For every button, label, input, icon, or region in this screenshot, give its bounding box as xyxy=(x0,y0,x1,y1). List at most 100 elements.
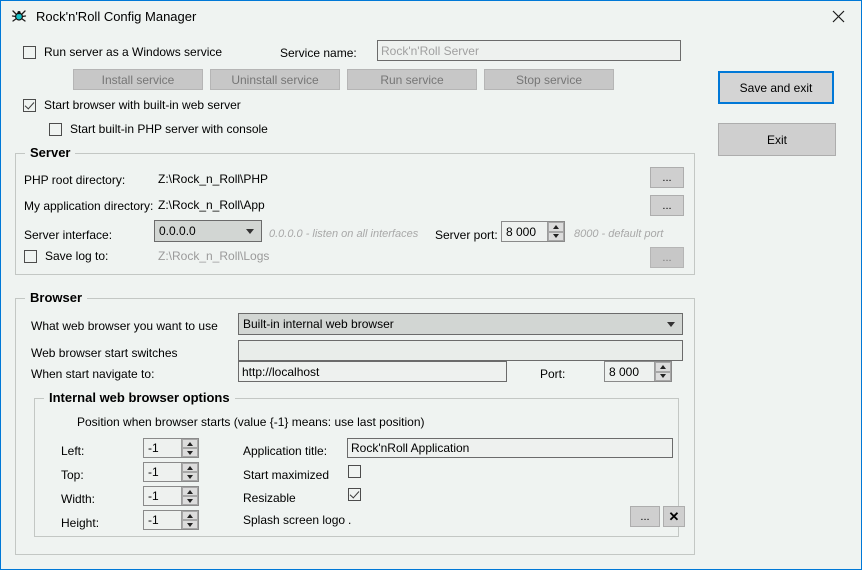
left-spin-buttons[interactable] xyxy=(181,439,198,457)
service-name-input[interactable]: Rock'n'Roll Server xyxy=(377,40,681,61)
height-increment[interactable] xyxy=(182,511,198,520)
width-value: -1 xyxy=(148,489,159,503)
browse-app-dir-button[interactable]: ... xyxy=(650,195,684,216)
start-php-console-row[interactable]: Start built-in PHP server with console xyxy=(49,122,268,136)
splash-clear-button[interactable]: ✕ xyxy=(663,506,685,527)
server-interface-hint: 0.0.0.0 - listen on all interfaces xyxy=(269,228,419,240)
server-group-title: Server xyxy=(25,145,76,160)
top-label: Top: xyxy=(61,468,84,482)
browser-port-label: Port: xyxy=(540,367,566,381)
splash-browse-button[interactable]: ... xyxy=(630,506,660,527)
top-value: -1 xyxy=(148,465,159,479)
server-interface-label: Server interface: xyxy=(24,228,113,242)
php-root-label: PHP root directory: xyxy=(24,173,126,187)
browse-php-root-button[interactable]: ... xyxy=(650,167,684,188)
height-value: -1 xyxy=(148,513,159,527)
browser-switches-label: Web browser start switches xyxy=(31,346,178,360)
splash-logo-value: . xyxy=(348,513,352,527)
spider-app-icon xyxy=(10,8,28,26)
which-browser-value: Built-in internal web browser xyxy=(243,317,394,331)
top-stepper[interactable]: -1 xyxy=(143,462,199,482)
save-log-label: Save log to: xyxy=(45,249,109,263)
run-service-button[interactable]: Run service xyxy=(347,69,477,90)
server-port-decrement[interactable] xyxy=(548,231,564,241)
top-increment[interactable] xyxy=(182,463,198,472)
server-port-stepper[interactable]: 8 000 xyxy=(501,221,565,242)
application-title-label: Application title: xyxy=(243,444,328,458)
navigate-to-label: When start navigate to: xyxy=(31,367,155,381)
resizable-label: Resizable xyxy=(243,491,296,505)
server-port-label: Server port: xyxy=(435,228,498,242)
application-title-input[interactable]: Rock'nRoll Application xyxy=(347,438,673,458)
php-root-value: Z:\Rock_n_Roll\PHP xyxy=(158,172,269,186)
service-name-label: Service name: xyxy=(280,46,357,60)
height-decrement[interactable] xyxy=(182,520,198,529)
app-dir-value: Z:\Rock_n_Roll\App xyxy=(158,198,265,212)
resizable-checkbox[interactable] xyxy=(348,488,361,501)
chevron-down-icon xyxy=(246,229,254,234)
height-stepper[interactable]: -1 xyxy=(143,510,199,530)
server-group: Server PHP root directory: Z:\Rock_n_Rol… xyxy=(15,145,695,275)
top-spin-buttons[interactable] xyxy=(181,463,198,481)
close-icon[interactable] xyxy=(815,1,861,31)
config-manager-window: Rock'n'Roll Config Manager Run server as… xyxy=(0,0,862,570)
browser-group-title: Browser xyxy=(25,290,88,305)
server-port-increment[interactable] xyxy=(548,222,564,232)
server-port-hint: 8000 - default port xyxy=(574,228,664,240)
browser-group: Browser What web browser you want to use… xyxy=(15,290,695,555)
internal-options-title: Internal web browser options xyxy=(44,390,235,405)
left-label: Left: xyxy=(61,444,85,458)
width-label: Width: xyxy=(61,492,96,506)
chevron-down-icon xyxy=(667,322,675,327)
window-title: Rock'n'Roll Config Manager xyxy=(36,9,197,24)
left-decrement[interactable] xyxy=(182,448,198,457)
browser-port-spin-buttons[interactable] xyxy=(654,362,671,381)
server-port-value: 8 000 xyxy=(506,224,537,239)
stop-service-button[interactable]: Stop service xyxy=(484,69,614,90)
top-decrement[interactable] xyxy=(182,472,198,481)
start-browser-checkbox[interactable] xyxy=(23,98,36,112)
title-bar: Rock'n'Roll Config Manager xyxy=(1,1,861,32)
width-stepper[interactable]: -1 xyxy=(143,486,199,506)
height-label: Height: xyxy=(61,516,100,530)
start-maximized-label: Start maximized xyxy=(243,468,330,482)
server-port-spin-buttons[interactable] xyxy=(547,222,564,241)
browse-log-dir-button[interactable]: ... xyxy=(650,247,684,268)
left-increment[interactable] xyxy=(182,439,198,448)
browser-port-decrement[interactable] xyxy=(655,371,671,381)
which-browser-select[interactable]: Built-in internal web browser xyxy=(238,313,683,335)
splash-logo-label: Splash screen logo xyxy=(243,513,346,527)
start-php-console-label: Start built-in PHP server with console xyxy=(70,122,268,136)
height-spin-buttons[interactable] xyxy=(181,511,198,529)
start-browser-row[interactable]: Start browser with built-in web server xyxy=(23,98,241,112)
run-as-service-checkbox[interactable] xyxy=(23,45,36,59)
browser-port-value: 8 000 xyxy=(609,364,640,379)
browser-port-stepper[interactable]: 8 000 xyxy=(604,361,672,382)
save-log-value: Z:\Rock_n_Roll\Logs xyxy=(158,249,270,263)
server-interface-select[interactable]: 0.0.0.0 xyxy=(154,220,262,242)
start-browser-label: Start browser with built-in web server xyxy=(44,98,241,112)
browser-switches-input[interactable] xyxy=(238,340,683,361)
run-as-service-row[interactable]: Run server as a Windows service xyxy=(23,45,222,59)
left-value: -1 xyxy=(148,441,159,455)
left-stepper[interactable]: -1 xyxy=(143,438,199,458)
start-maximized-checkbox[interactable] xyxy=(348,465,361,478)
server-interface-value: 0.0.0.0 xyxy=(159,224,196,238)
save-and-exit-button[interactable]: Save and exit xyxy=(718,71,834,104)
app-dir-label: My application directory: xyxy=(24,199,154,213)
save-log-checkbox[interactable] xyxy=(24,249,37,263)
internal-browser-options-group: Internal web browser options Position wh… xyxy=(34,390,685,537)
uninstall-service-button[interactable]: Uninstall service xyxy=(210,69,340,90)
navigate-to-input[interactable]: http://localhost xyxy=(238,361,507,382)
which-browser-label: What web browser you want to use xyxy=(31,319,218,333)
start-php-console-checkbox[interactable] xyxy=(49,122,62,136)
browser-port-increment[interactable] xyxy=(655,362,671,372)
exit-button[interactable]: Exit xyxy=(718,123,836,156)
width-increment[interactable] xyxy=(182,487,198,496)
save-log-row[interactable]: Save log to: xyxy=(24,249,108,263)
width-decrement[interactable] xyxy=(182,496,198,505)
position-note: Position when browser starts (value {-1}… xyxy=(77,415,425,429)
install-service-button[interactable]: Install service xyxy=(73,69,203,90)
width-spin-buttons[interactable] xyxy=(181,487,198,505)
run-as-service-label: Run server as a Windows service xyxy=(44,45,223,59)
